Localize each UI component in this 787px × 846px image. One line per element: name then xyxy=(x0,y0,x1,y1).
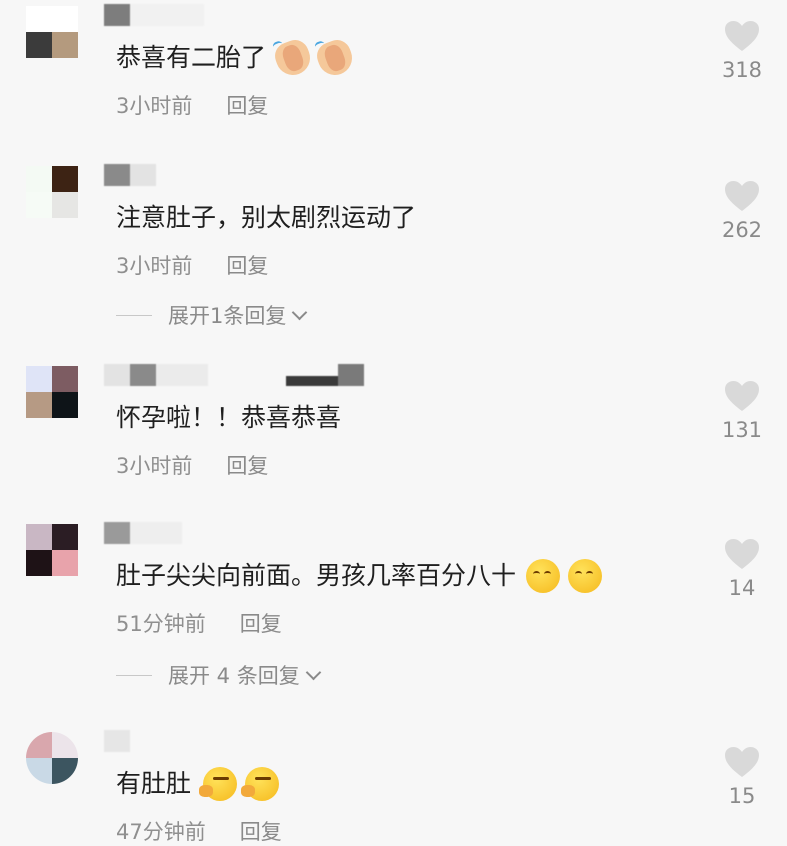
smirking-face-icon xyxy=(526,559,561,593)
avatar[interactable] xyxy=(26,524,78,576)
like-button[interactable]: 14 xyxy=(716,538,768,600)
comment-text: 恭喜有二胎了 xyxy=(116,43,267,72)
comment-meta: 47分钟前 回复 xyxy=(116,816,282,846)
comment-text-row: 恭喜有二胎了 xyxy=(116,36,357,80)
like-count: 318 xyxy=(721,58,763,82)
comment-text-row: 怀孕啦！！恭喜恭喜 xyxy=(116,398,341,438)
chevron-down-icon xyxy=(305,664,321,680)
divider-line xyxy=(116,674,152,676)
expand-replies-label: 展开 4 条回复 xyxy=(168,664,300,688)
comment-time: 51分钟前 xyxy=(116,612,206,636)
expand-replies-button[interactable]: 展开1条回复 xyxy=(116,300,308,330)
comment-text: 肚子尖尖向前面。男孩几率百分八十 xyxy=(116,561,517,590)
username-censored[interactable] xyxy=(104,164,156,186)
clapping-hands-icon xyxy=(313,36,357,80)
heart-icon xyxy=(725,381,759,411)
comment-meta: 3小时前 回复 xyxy=(116,450,268,480)
heart-icon xyxy=(725,21,759,51)
expand-replies-button[interactable]: 展开 4 条回复 xyxy=(116,660,321,690)
like-count: 131 xyxy=(721,418,763,442)
heart-icon xyxy=(725,747,759,777)
comment-text-row: 有肚肚 xyxy=(116,764,280,804)
avatar[interactable] xyxy=(26,6,78,58)
like-count: 15 xyxy=(728,784,756,808)
divider-line xyxy=(116,314,152,316)
like-count: 14 xyxy=(728,576,756,600)
like-count: 262 xyxy=(721,218,763,242)
heart-icon xyxy=(725,181,759,211)
username-censored[interactable] xyxy=(104,730,130,752)
avatar[interactable] xyxy=(26,732,78,784)
comment-meta: 3小时前 回复 xyxy=(116,90,268,120)
chevron-down-icon xyxy=(292,304,308,320)
comment-meta: 51分钟前 回复 xyxy=(116,608,282,638)
comment-time: 3小时前 xyxy=(116,254,193,278)
comment-meta: 3小时前 回复 xyxy=(116,250,268,280)
reply-button[interactable]: 回复 xyxy=(240,608,282,638)
like-button[interactable]: 262 xyxy=(716,180,768,242)
comment-text-row: 肚子尖尖向前面。男孩几率百分八十 xyxy=(116,556,603,596)
comment-text: 注意肚子，别太剧烈运动了 xyxy=(116,203,417,232)
reply-button[interactable]: 回复 xyxy=(226,90,268,120)
comment-text: 有肚肚 xyxy=(116,769,192,798)
comment-time: 47分钟前 xyxy=(116,820,206,844)
comment-time: 3小时前 xyxy=(116,454,193,478)
avatar[interactable] xyxy=(26,366,78,418)
comments-screen: { "comments": [ { "text": "恭喜有二胎了", "emo… xyxy=(0,0,787,844)
username-censored[interactable] xyxy=(104,4,204,26)
comment-time: 3小时前 xyxy=(116,94,193,118)
comment-text: 怀孕啦！！恭喜恭喜 xyxy=(116,403,342,432)
avatar[interactable] xyxy=(26,166,78,218)
smirking-face-icon xyxy=(568,559,603,593)
comment-text-row: 注意肚子，别太剧烈运动了 xyxy=(116,198,416,238)
thinking-face-icon xyxy=(241,767,280,801)
reply-button[interactable]: 回复 xyxy=(240,816,282,846)
username-censored[interactable] xyxy=(104,364,364,386)
like-button[interactable]: 131 xyxy=(716,380,768,442)
clapping-hands-icon xyxy=(271,36,315,80)
heart-icon xyxy=(725,539,759,569)
like-button[interactable]: 318 xyxy=(716,20,768,82)
username-censored[interactable] xyxy=(104,522,182,544)
thinking-face-icon xyxy=(199,767,238,801)
like-button[interactable]: 15 xyxy=(716,746,768,808)
expand-replies-label: 展开1条回复 xyxy=(168,304,287,328)
reply-button[interactable]: 回复 xyxy=(226,450,268,480)
reply-button[interactable]: 回复 xyxy=(226,250,268,280)
